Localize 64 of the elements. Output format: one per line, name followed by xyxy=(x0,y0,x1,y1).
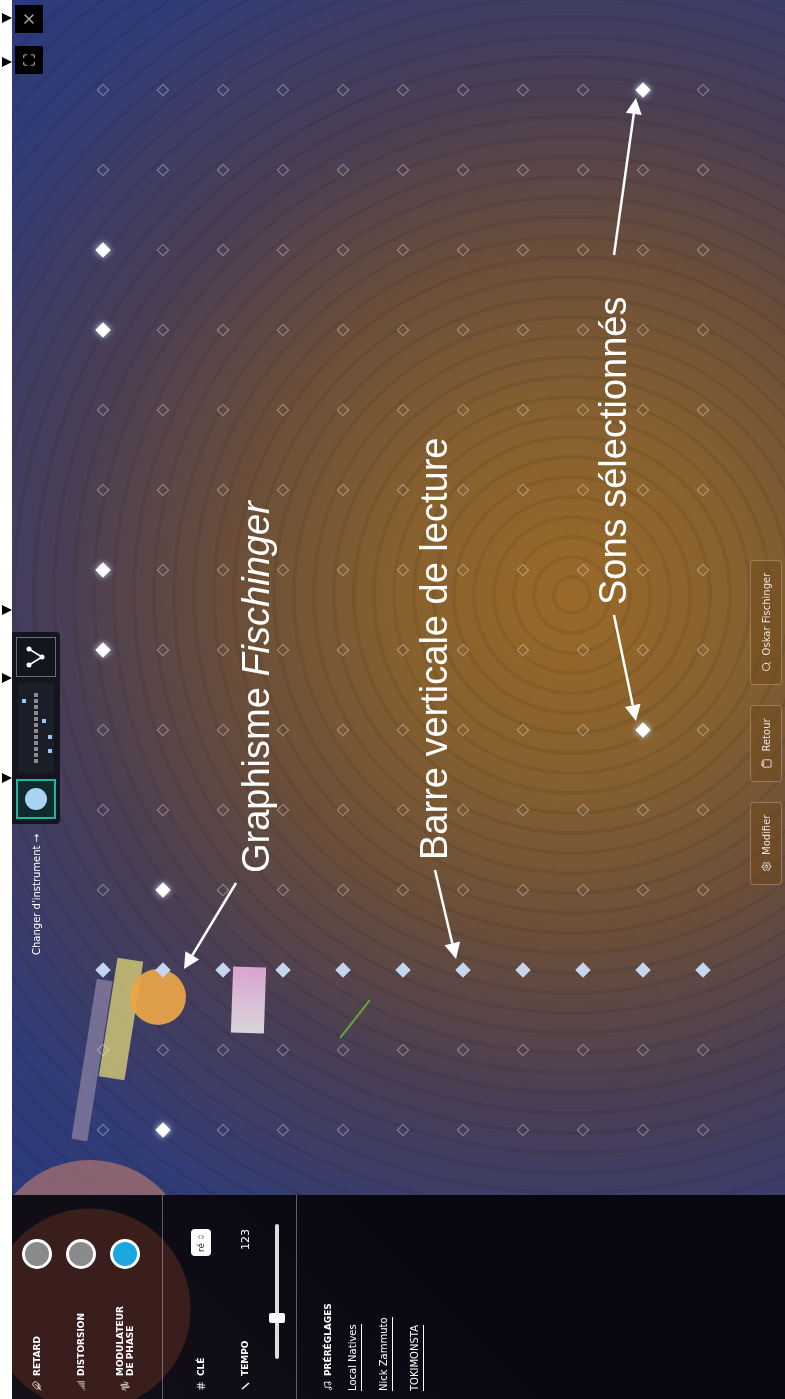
effect-label: MODULATEUR DE PHASE xyxy=(115,1305,135,1376)
effect-toggle[interactable] xyxy=(110,1239,140,1269)
note-marker[interactable] xyxy=(95,642,111,658)
pointer-arrow-icon xyxy=(0,672,12,684)
search-icon xyxy=(760,661,772,673)
circle-icon xyxy=(24,786,48,811)
back-button[interactable]: Retour xyxy=(750,705,782,782)
clipboard-icon xyxy=(760,757,772,769)
search-button[interactable]: Oskar Fischinger xyxy=(750,559,782,686)
pointer-arrow-icon xyxy=(0,12,12,24)
note-marker[interactable] xyxy=(635,82,651,98)
settings-icon xyxy=(760,861,772,872)
note-marker[interactable] xyxy=(635,962,651,978)
pointer-arrow-icon xyxy=(0,604,12,616)
fullscreen-icon xyxy=(22,53,36,67)
instrument-button[interactable] xyxy=(16,778,56,819)
pointer-arrow-icon xyxy=(0,772,12,784)
rectangle-shape xyxy=(230,966,267,1034)
effect-icon xyxy=(76,1381,86,1391)
close-button[interactable] xyxy=(15,5,43,33)
circle-shape xyxy=(130,969,186,1025)
preset-link[interactable]: TOKIMONSTA xyxy=(409,1325,424,1391)
caret-icon xyxy=(197,1233,205,1241)
presets-heading: PRÉRÉGLAGES xyxy=(323,1303,333,1376)
preset-link[interactable]: Nick Zammuto xyxy=(378,1317,393,1391)
effect-icon xyxy=(120,1381,130,1391)
effect-label: DISTORSION xyxy=(76,1312,86,1376)
effect-toggle[interactable] xyxy=(66,1239,96,1269)
annotation-label: Graphisme Fischinger xyxy=(237,501,275,873)
note-marker[interactable] xyxy=(95,562,111,578)
annotation-label: Sons sélectionnés xyxy=(594,296,632,605)
instrument-button[interactable] xyxy=(16,636,56,677)
change-instrument-hint: Changer d'instrument → xyxy=(30,833,42,955)
edit-button[interactable]: Modifier xyxy=(750,801,782,885)
tempo-value: 123 xyxy=(238,1229,252,1250)
music-note-icon xyxy=(323,1381,333,1391)
note-marker[interactable] xyxy=(515,962,531,978)
note-marker[interactable] xyxy=(455,962,471,978)
effect-label: RETARD xyxy=(32,1336,42,1376)
nodes-icon xyxy=(25,644,47,669)
tempo-icon xyxy=(240,1381,250,1391)
note-marker[interactable] xyxy=(95,242,111,258)
fullscreen-button[interactable] xyxy=(15,46,43,74)
note-marker[interactable] xyxy=(155,882,171,898)
note-marker[interactable] xyxy=(695,962,711,978)
tempo-slider-thumb[interactable] xyxy=(269,1313,285,1324)
effect-icon xyxy=(32,1381,42,1391)
note-marker[interactable] xyxy=(635,722,651,738)
note-marker[interactable] xyxy=(155,1122,171,1138)
tempo-label: TEMPO xyxy=(240,1340,250,1376)
note-marker[interactable] xyxy=(575,962,591,978)
pointer-arrow-icon xyxy=(0,56,12,68)
note-marker[interactable] xyxy=(275,962,291,978)
note-marker[interactable] xyxy=(95,962,111,978)
note-marker[interactable] xyxy=(95,322,111,338)
preset-link[interactable]: Local Natives xyxy=(347,1324,362,1391)
key-dropdown[interactable]: ré xyxy=(191,1229,211,1257)
key-label: CLÉ xyxy=(196,1357,206,1376)
note-marker[interactable] xyxy=(335,962,351,978)
note-marker[interactable] xyxy=(215,962,231,978)
note-marker[interactable] xyxy=(395,962,411,978)
effect-toggle[interactable] xyxy=(22,1239,52,1269)
key-icon xyxy=(196,1381,206,1391)
annotation-label: Barre verticale de lecture xyxy=(415,437,453,860)
